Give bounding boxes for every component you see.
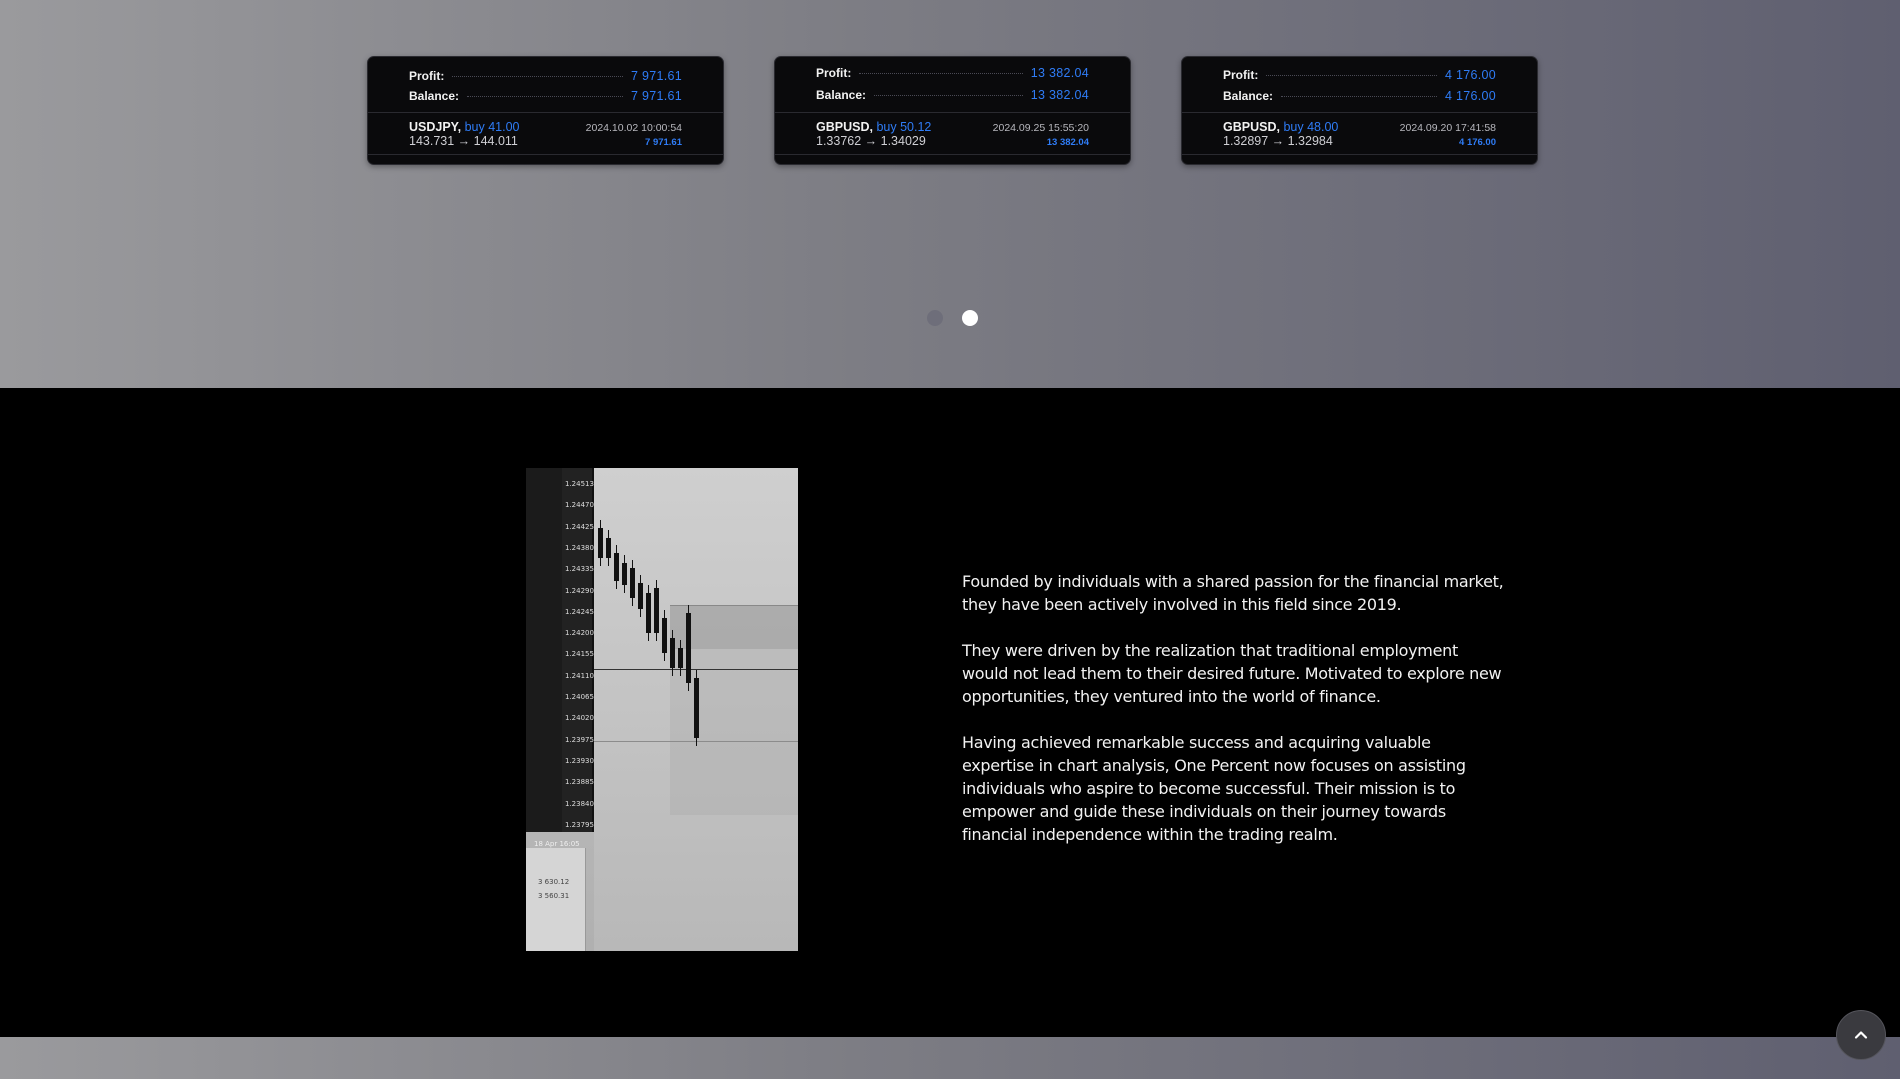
balance-value: 7 971.61 — [630, 89, 682, 103]
photo-price-tick: 1.24335 — [565, 565, 594, 574]
photo-price-tick: 1.24380 — [565, 543, 594, 552]
trade-pl: 7 971.61 — [645, 137, 682, 148]
photo-price-tick: 1.24470 — [565, 501, 594, 510]
trade-date: 2024.09.20 17:41:58 — [1399, 122, 1496, 134]
photo-candle — [686, 613, 691, 683]
trade-size: buy 50.12 — [876, 120, 932, 134]
photo-candle — [614, 553, 619, 581]
photo-price-tick: 1.24513 — [565, 480, 594, 488]
trade-pl: 13 382.04 — [1046, 137, 1089, 148]
photo-price-tick: 1.24110 — [565, 671, 594, 680]
trade-symbol: GBPUSD, buy 50.12 — [816, 120, 932, 134]
about-paragraph-1: Founded by individuals with a shared pas… — [962, 572, 1504, 614]
photo-candle — [622, 563, 627, 585]
about-paragraph-3: Having achieved remarkable success and a… — [962, 733, 1466, 844]
photo-value-2: 3 560.31 — [538, 892, 570, 900]
carousel-dot-2[interactable] — [962, 310, 978, 326]
photo-candle — [694, 678, 699, 738]
carousel-dot-1[interactable] — [927, 310, 943, 326]
photo-candle — [670, 638, 675, 668]
photo-candle — [630, 568, 635, 598]
profit-label: Profit: — [409, 69, 445, 83]
balance-value: 13 382.04 — [1030, 88, 1089, 102]
balance-row: Balance: 13 382.04 — [816, 87, 1089, 103]
photo-price-tick: 1.23885 — [565, 778, 594, 787]
photo-price-tick: 1.24290 — [565, 586, 594, 595]
balance-label: Balance: — [409, 89, 460, 103]
balance-label: Balance: — [1223, 89, 1274, 103]
trade-date: 2024.10.02 10:00:54 — [585, 122, 682, 134]
photo-price-tick: 1.24065 — [565, 693, 594, 701]
trade-date: 2024.09.25 15:55:20 — [992, 122, 1089, 134]
trade-pl: 4 176.00 — [1459, 137, 1496, 148]
trade-rate: 1.33762 → 1.34029 — [816, 134, 926, 148]
photo-candle — [646, 593, 651, 633]
balance-row: Balance: 7 971.61 — [409, 88, 682, 104]
balance-value: 4 176.00 — [1444, 89, 1496, 103]
photo-value-1: 3 630.12 — [538, 878, 570, 886]
profit-row: Profit: 13 382.04 — [816, 65, 1089, 81]
photo-price-tick: 1.23975 — [565, 735, 594, 744]
trade-rate: 143.731 → 144.011 — [409, 134, 518, 148]
photo-candle — [662, 618, 667, 653]
photo-price-tick: 1.23930 — [565, 756, 594, 765]
photo-price-tick: 1.23840 — [565, 799, 594, 808]
photo-price-tick: 1.23795 — [565, 820, 594, 829]
photo-date-label: 18 Apr 16:05 — [534, 840, 580, 848]
balance-label: Balance: — [816, 88, 867, 102]
photo-price-tick: 1.24245 — [565, 607, 594, 616]
profit-label: Profit: — [816, 66, 852, 80]
photo-candle — [606, 538, 611, 558]
photo-candle — [638, 583, 643, 609]
balance-row: Balance: 4 176.00 — [1223, 88, 1496, 104]
chart-photo: 1.24513 1.24470 1.24425 1.24380 1.24335 1.242… — [526, 468, 798, 951]
next-section — [0, 1037, 1900, 1079]
trade-card: Profit: 7 971.61 Balance: 7 971.61 USDJP… — [367, 56, 724, 165]
photo-price-tick: 1.24155 — [565, 650, 594, 659]
trade-symbol: USDJPY, buy 41.00 — [409, 120, 520, 134]
profit-label: Profit: — [1223, 68, 1259, 82]
about-text: Founded by individuals with a shared pas… — [962, 570, 1507, 869]
photo-price-tick: 1.24200 — [565, 629, 594, 638]
photo-candle — [678, 648, 683, 668]
profit-value: 7 971.61 — [630, 69, 682, 83]
profit-row: Profit: 7 971.61 — [409, 68, 682, 84]
trade-rate: 1.32897 → 1.32984 — [1223, 134, 1333, 148]
photo-candle — [598, 528, 603, 558]
profit-value: 4 176.00 — [1444, 68, 1496, 82]
trade-symbol: GBPUSD, buy 48.00 — [1223, 120, 1339, 134]
photo-candle — [654, 588, 659, 633]
profit-row: Profit: 4 176.00 — [1223, 67, 1496, 83]
trade-size: buy 48.00 — [1283, 120, 1339, 134]
profit-value: 13 382.04 — [1030, 66, 1089, 80]
chevron-up-icon — [1854, 1031, 1868, 1039]
photo-price-tick: 1.24020 — [565, 714, 594, 723]
photo-price-tick: 1.24425 — [565, 522, 594, 531]
trade-card: Profit: 13 382.04 Balance: 13 382.04 GBP… — [774, 56, 1131, 165]
trade-card: Profit: 4 176.00 Balance: 4 176.00 GBPUS… — [1181, 56, 1538, 165]
about-paragraph-2: They were driven by the realization that… — [962, 641, 1502, 706]
scroll-to-top-button[interactable] — [1836, 1010, 1886, 1060]
trade-size: buy 41.00 — [464, 120, 520, 134]
